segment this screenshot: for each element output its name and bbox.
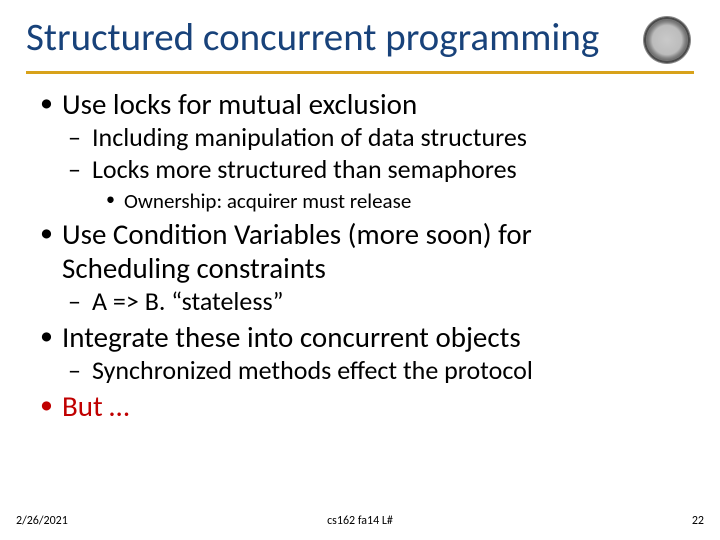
bullet-condvars-line2: Scheduling constraints bbox=[62, 250, 326, 286]
subbullet-synchronized: Synchronized methods effect the protocol bbox=[32, 356, 694, 386]
slide: Structured concurrent programming Use lo… bbox=[0, 0, 720, 540]
bullet-but: But … bbox=[32, 390, 694, 423]
bullet-condvars: Use Condition Variables (more soon) for … bbox=[32, 218, 694, 285]
bullet-condvars-line1: Use Condition Variables (more soon) for bbox=[62, 216, 532, 252]
footer-course: cs162 fa14 L# bbox=[327, 514, 393, 528]
subbullet-structured: Locks more structured than semaphores bbox=[32, 155, 694, 185]
footer: 2/26/2021 cs162 fa14 L# 22 bbox=[0, 514, 720, 528]
footer-page-number: 22 bbox=[692, 514, 704, 528]
title-row: Structured concurrent programming bbox=[26, 14, 694, 69]
content-body: Use locks for mutual exclusion Including… bbox=[26, 88, 694, 423]
bullet-integrate: Integrate these into concurrent objects bbox=[32, 321, 694, 354]
subsubbullet-ownership: Ownership: acquirer must release bbox=[32, 189, 694, 214]
university-seal-icon bbox=[644, 17, 690, 63]
subbullet-including: Including manipulation of data structure… bbox=[32, 123, 694, 153]
slide-title: Structured concurrent programming bbox=[26, 14, 599, 69]
footer-date: 2/26/2021 bbox=[16, 514, 68, 528]
title-underline bbox=[26, 71, 694, 74]
subbullet-ab-stateless: A => B. “stateless” bbox=[32, 287, 694, 317]
bullet-locks: Use locks for mutual exclusion bbox=[32, 88, 694, 121]
